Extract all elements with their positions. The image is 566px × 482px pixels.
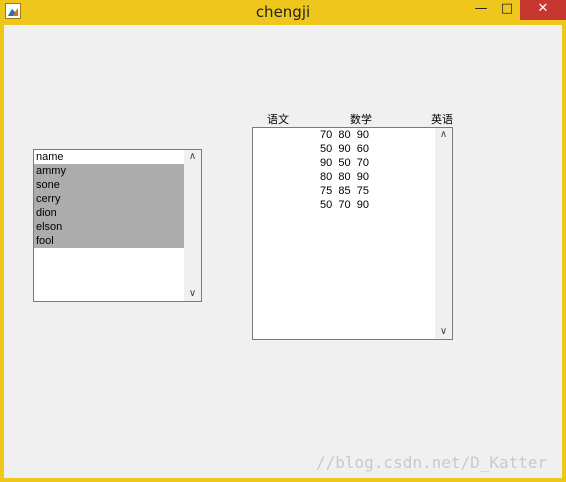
header-chinese: 语文 xyxy=(267,113,289,126)
maximize-button[interactable]: □ xyxy=(494,0,520,20)
header-math: 数学 xyxy=(350,113,372,126)
score-listbox[interactable]: 70 80 90 50 90 60 90 50 70 80 80 90 75 85 75… xyxy=(252,127,453,340)
score-list-item[interactable]: 90 50 70 xyxy=(253,156,435,170)
name-listbox[interactable]: name ammy sone cerry dion elson fool ∧ ∨ xyxy=(33,149,202,302)
name-list-item[interactable]: cerry xyxy=(34,192,184,206)
header-english: 英语 xyxy=(431,113,453,126)
name-list-item[interactable]: name xyxy=(34,150,184,164)
score-list-item[interactable]: 50 70 90 xyxy=(253,198,435,212)
close-button[interactable]: ✕ xyxy=(520,0,566,20)
watermark: //blog.csdn.net/D_Katter xyxy=(316,453,548,472)
scroll-up-icon[interactable]: ∧ xyxy=(435,128,452,142)
score-list-item[interactable]: 50 90 60 xyxy=(253,142,435,156)
scroll-down-icon[interactable]: ∨ xyxy=(184,287,201,301)
scroll-up-icon[interactable]: ∧ xyxy=(184,150,201,164)
score-list-item[interactable]: 70 80 90 xyxy=(253,128,435,142)
name-listbox-scrollbar[interactable]: ∧ ∨ xyxy=(184,150,201,301)
scroll-down-icon[interactable]: ∨ xyxy=(435,325,452,339)
name-list-item[interactable]: ammy xyxy=(34,164,184,178)
app-window: chengji — □ ✕ name ammy sone cerry dion elson… xyxy=(0,0,566,482)
score-list-item[interactable]: 80 80 90 xyxy=(253,170,435,184)
score-list-item[interactable]: 75 85 75 xyxy=(253,184,435,198)
score-listbox-scrollbar[interactable]: ∧ ∨ xyxy=(435,128,452,339)
name-list-item[interactable]: elson xyxy=(34,220,184,234)
score-list-items: 70 80 90 50 90 60 90 50 70 80 80 90 75 85 75… xyxy=(253,128,435,212)
name-list-item[interactable]: dion xyxy=(34,206,184,220)
title-bar[interactable]: chengji — □ ✕ xyxy=(0,0,566,24)
name-list-item[interactable]: sone xyxy=(34,178,184,192)
minimize-button[interactable]: — xyxy=(468,0,494,20)
figure-client-area: name ammy sone cerry dion elson fool ∧ ∨ 语文 数学… xyxy=(4,25,562,478)
name-list-items: name ammy sone cerry dion elson fool xyxy=(34,150,184,248)
name-list-item[interactable]: fool xyxy=(34,234,184,248)
